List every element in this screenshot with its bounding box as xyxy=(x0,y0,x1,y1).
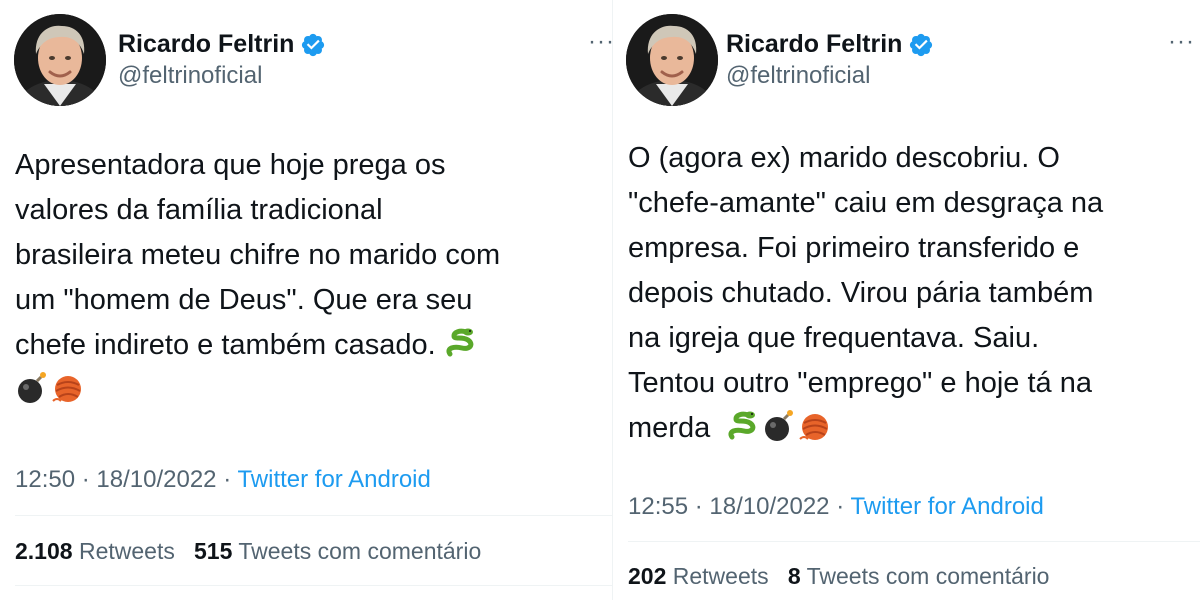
retweets-label: Retweets xyxy=(672,563,769,589)
tweet-text-line: O (agora ex) marido descobriu. O xyxy=(628,142,1060,174)
tweet-stats: 2.108 Retweets 515 Tweets com comentário xyxy=(15,538,481,565)
author-handle[interactable]: @feltrinoficial xyxy=(118,62,262,90)
tweet-text-line: empresa. Foi primeiro transferido e xyxy=(628,232,1080,264)
avatar[interactable] xyxy=(14,14,106,106)
more-options-icon[interactable]: ··· xyxy=(1168,28,1195,56)
tweet-text: O (agora ex) marido descobriu. O "chefe-… xyxy=(628,136,1103,451)
tweet-text-line: Tentou outro "emprego" e hoje tá na xyxy=(628,367,1092,399)
author-name-row[interactable]: Ricardo Feltrin xyxy=(726,30,934,59)
quote-tweets-count: 515 xyxy=(194,538,233,564)
tweet-source-link[interactable]: Twitter for Android xyxy=(850,493,1043,520)
quote-tweets-stat[interactable]: 8 Tweets com comentário xyxy=(788,563,1050,589)
tweet-date[interactable]: 18/10/2022 xyxy=(709,493,829,520)
tweet-text-line-with-emoji: chefe indireto e também casado. xyxy=(15,323,500,368)
tweet-text-line: merda xyxy=(628,412,711,444)
tweet-text: Apresentadora que hoje prega os valores … xyxy=(15,143,500,413)
retweets-count: 202 xyxy=(628,563,667,589)
meta-separator: · xyxy=(836,493,845,520)
tweet-emoji-line xyxy=(15,368,500,413)
retweets-stat[interactable]: 202 Retweets xyxy=(628,563,769,589)
retweets-label: Retweets xyxy=(78,538,175,564)
tweet-card: Ricardo Feltrin @feltrinoficial ··· Apre… xyxy=(0,0,615,600)
tweet-text-line: valores da família tradicional xyxy=(15,194,383,226)
tweet-text-line: chefe indireto e também casado. xyxy=(15,329,436,361)
yarn-emoji xyxy=(798,409,832,443)
yarn-emoji xyxy=(51,371,85,405)
tweet-text-line: depois chutado. Virou pária também xyxy=(628,277,1094,309)
tweet-time[interactable]: 12:50 xyxy=(15,466,75,493)
tweet-meta: 12:55 · 18/10/2022 · Twitter for Android xyxy=(628,493,1044,521)
author-handle[interactable]: @feltrinoficial xyxy=(726,62,870,90)
author-name[interactable]: Ricardo Feltrin xyxy=(118,30,294,59)
divider xyxy=(15,515,612,516)
quote-tweets-stat[interactable]: 515 Tweets com comentário xyxy=(194,538,481,564)
avatar-photo xyxy=(14,14,106,106)
tweet-text-line: na igreja que frequentava. Saiu. xyxy=(628,322,1040,354)
bomb-emoji xyxy=(15,371,49,405)
tweet-source-link[interactable]: Twitter for Android xyxy=(237,466,430,493)
more-options-icon[interactable]: ··· xyxy=(588,28,615,56)
tweet-meta: 12:50 · 18/10/2022 · Twitter for Android xyxy=(15,466,431,494)
tweet-text-line: "chefe-amante" caiu em desgraça na xyxy=(628,187,1104,219)
snake-emoji xyxy=(444,326,478,360)
tweet-text-line: um "homem de Deus". Que era seu xyxy=(15,284,473,316)
verified-badge-icon xyxy=(908,32,934,58)
author-name[interactable]: Ricardo Feltrin xyxy=(726,30,902,59)
tweet-text-line-with-emoji: merda xyxy=(628,406,1103,451)
meta-separator: · xyxy=(81,466,90,493)
divider xyxy=(15,585,612,586)
tweet-text-line: brasileira meteu chifre no marido com xyxy=(15,239,501,271)
quote-tweets-label: Tweets com comentário xyxy=(238,538,482,564)
tweet-card: Ricardo Feltrin @feltrinoficial ··· O (a… xyxy=(612,0,1200,600)
verified-badge-icon xyxy=(300,32,326,58)
avatar[interactable] xyxy=(626,14,718,106)
quote-tweets-count: 8 xyxy=(787,563,801,589)
bomb-emoji xyxy=(762,409,796,443)
meta-separator: · xyxy=(223,466,232,493)
snake-emoji xyxy=(726,409,760,443)
quote-tweets-label: Tweets com comentário xyxy=(806,563,1050,589)
tweet-text-line: Apresentadora que hoje prega os xyxy=(15,149,446,181)
tweet-date[interactable]: 18/10/2022 xyxy=(96,466,216,493)
divider xyxy=(628,541,1200,542)
author-name-row[interactable]: Ricardo Feltrin xyxy=(118,30,326,59)
retweets-count: 2.108 xyxy=(15,538,73,564)
tweet-stats: 202 Retweets 8 Tweets com comentário xyxy=(628,563,1049,590)
retweets-stat[interactable]: 2.108 Retweets xyxy=(15,538,175,564)
tweet-time[interactable]: 12:55 xyxy=(628,493,688,520)
avatar-photo xyxy=(626,14,718,106)
meta-separator: · xyxy=(694,493,703,520)
